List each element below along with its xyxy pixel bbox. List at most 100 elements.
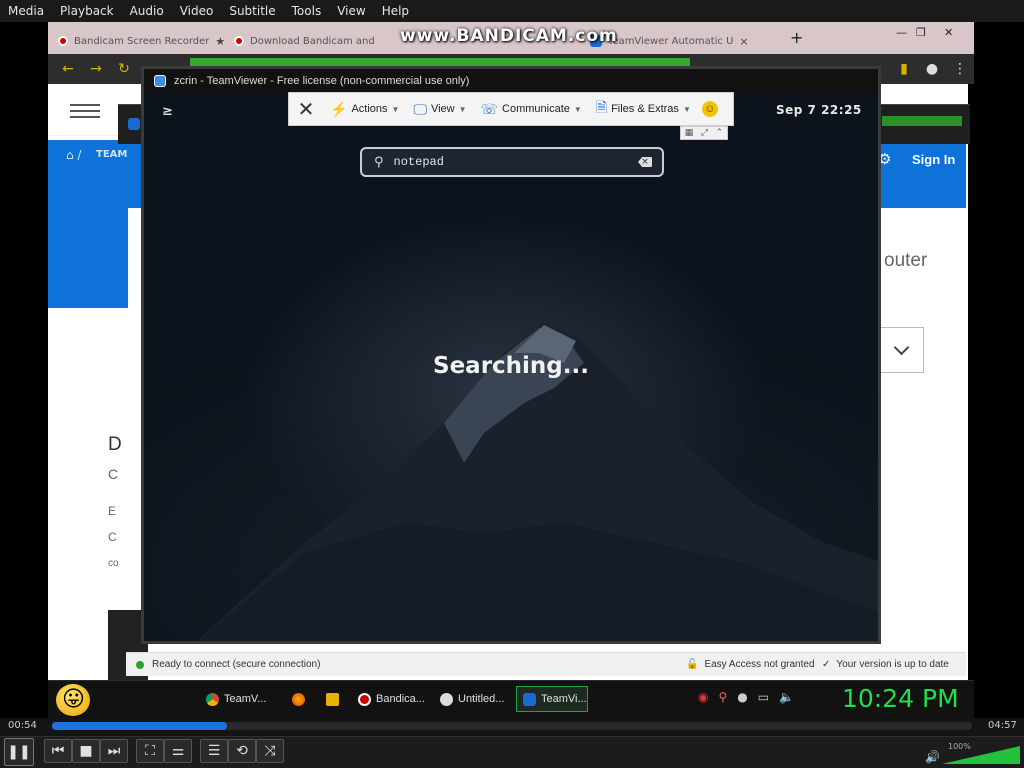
lock-icon: 🔓 [686,659,699,670]
window-close-icon[interactable]: ✕ [944,26,953,39]
mountain-wallpaper [197,323,878,641]
breadcrumb-team[interactable]: TEAM [96,149,127,160]
record-icon[interactable]: ◉ [698,690,708,704]
shuffle-button[interactable]: ⤨ [256,739,284,763]
reload-icon[interactable]: ↻ [110,61,138,77]
vlc-menubar: Media Playback Audio Video Subtitle Tool… [0,0,1024,22]
lightning-icon: ⚡ [330,100,348,117]
teamviewer-icon [523,692,536,706]
files-extras-menu[interactable]: 🗎 Files & Extras ▼ [589,92,698,126]
browser-tab[interactable]: Bandicam Screen Recorder ★ [48,28,224,54]
teamviewer-menu-icon[interactable]: ≥ [162,104,173,119]
system-tray: ◉ ⚲ ● ▭ 🔈 [698,690,794,704]
menu-playback[interactable]: Playback [52,0,122,22]
menu-audio[interactable]: Audio [122,0,172,22]
start-smiley-icon[interactable] [56,684,90,716]
profile-icon[interactable]: ● [918,61,946,77]
chevron-down-icon[interactable] [880,327,924,373]
bandicam-icon [358,692,371,706]
tab-label: Download Bandicam and [250,35,375,47]
menu-view[interactable]: View [329,0,373,22]
menu-help[interactable]: Help [374,0,417,22]
more-menu-icon[interactable]: ⋮ [946,61,974,77]
chrome-icon [206,692,219,706]
taskbar-item-firefox[interactable] [286,686,312,712]
status-dot-icon [136,660,144,669]
bandicam-record-icon [234,36,244,46]
hero-banner-left [48,208,128,308]
paint-icon [440,692,453,706]
menu-media[interactable]: Media [0,0,52,22]
close-session-icon[interactable]: ✕ [289,97,323,122]
caret-down-icon: ▼ [682,104,691,114]
forward-arrow-icon[interactable]: → [82,61,110,77]
menu-tools[interactable]: Tools [284,0,330,22]
seek-progress[interactable] [52,722,227,730]
previous-button[interactable]: ⏮ [44,739,72,763]
loop-button[interactable]: ⟲ [228,739,256,763]
video-area: Bandicam Screen Recorder ★ Download Band… [0,22,1024,718]
communicate-menu[interactable]: ☏ Communicate ▼ [474,92,589,126]
page-text-fragment: outer [884,250,928,271]
page-text-fragment: co [108,558,119,569]
close-icon[interactable]: ★ [215,35,224,48]
search-query[interactable]: notepad [394,155,638,169]
page-text-fragment: C [108,466,119,482]
stop-button[interactable]: ■ [72,739,100,763]
view-menu[interactable]: 🖵 View ▼ [406,92,473,126]
feedback-smiley-icon[interactable]: ☺ [701,101,718,117]
search-icon[interactable]: ⚲ [718,690,727,704]
network-icon[interactable]: ▭ [758,690,769,704]
toolbar-mini-controls: ▦ ⤢ ⌃ [680,126,728,140]
hamburger-menu-icon[interactable] [70,104,100,118]
browser-tab[interactable]: Download Bandicam and [224,28,400,54]
volume-icon[interactable]: 🔊 [925,750,940,764]
tray-app-icon[interactable]: ● [737,690,747,704]
remote-desktop[interactable]: ≥ Sep 7 22:25 ⚲ notepad × Searching... [144,93,878,641]
menu-subtitle[interactable]: Subtitle [221,0,283,22]
speaker-icon[interactable]: 🔈 [779,690,794,704]
window-titlebar: zcrin - TeamViewer - Free license (non-c… [144,69,878,93]
taskbar-item-explorer[interactable] [320,686,346,712]
teamviewer-remote-window: zcrin - TeamViewer - Free license (non-c… [141,66,881,644]
window-title: zcrin - TeamViewer - Free license (non-c… [174,75,470,87]
teamviewer-icon [128,118,140,130]
pause-button[interactable]: ❚❚ [4,738,34,766]
minimize-icon[interactable]: — [896,26,907,39]
collapse-icon[interactable]: ⌃ [716,128,724,138]
close-icon[interactable]: × [739,35,748,48]
extended-settings-button[interactable]: ⚌ [164,739,192,763]
home-icon[interactable]: ⌂ / [66,148,81,162]
bookmark-icon[interactable]: ▮ [890,61,918,77]
taskbar-item-teamviewer[interactable]: TeamVi... [516,686,588,712]
status-text: Ready to connect (secure connection) [152,659,321,670]
playlist-button[interactable]: ☰ [200,739,228,763]
next-button[interactable]: ⏭ [100,739,128,763]
fullscreen-button[interactable]: ⛶ [136,739,164,763]
search-input[interactable]: ⚲ notepad × [360,147,664,177]
grid-icon[interactable]: ▦ [685,128,694,138]
actions-menu[interactable]: ⚡ Actions ▼ [323,92,406,126]
new-tab-icon[interactable]: + [790,28,803,47]
sign-in-link[interactable]: Sign In [912,152,955,167]
monitor-icon: 🖵 [413,100,427,117]
volume-slider[interactable] [942,746,1020,764]
tab-label: Bandicam Screen Recorder [74,35,210,47]
back-arrow-icon[interactable]: ← [54,61,82,77]
clear-icon[interactable]: × [638,157,652,167]
folder-icon [326,692,339,706]
taskbar-clock[interactable]: 10:24 PM [842,684,959,713]
caret-down-icon: ▼ [458,104,467,114]
taskbar-item-bandicam[interactable]: Bandica... [352,686,430,712]
page-text-fragment: E [108,504,117,518]
bandicam-watermark: www.BANDICAM.com [400,26,618,46]
taskbar-item-chrome[interactable]: TeamV... [200,686,274,712]
taskbar-item-paint[interactable]: Untitled... [434,686,512,712]
tab-label: TeamViewer Automatic U [608,35,734,47]
maximize-icon[interactable]: ❐ [916,26,926,39]
menu-video[interactable]: Video [172,0,222,22]
searching-status: Searching... [433,353,589,379]
page-text-fragment: C [108,530,117,544]
fullscreen-icon[interactable]: ⤢ [701,128,708,138]
check-circle-icon: ✓ [822,659,831,670]
